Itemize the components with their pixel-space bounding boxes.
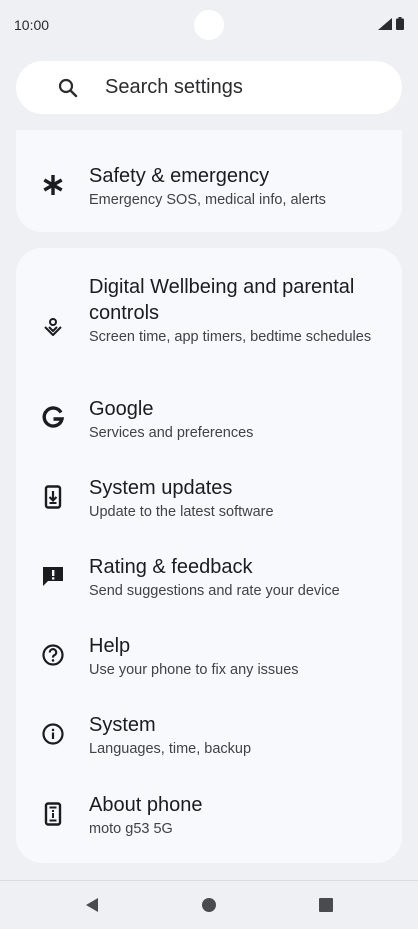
item-title: System updates	[89, 477, 233, 499]
phone-info-icon	[40, 801, 66, 827]
wellbeing-icon	[40, 315, 66, 341]
search-placeholder: Search settings	[105, 76, 243, 98]
signal-icon	[378, 17, 392, 30]
status-bar: 10:00	[0, 0, 418, 50]
info-icon	[40, 721, 66, 747]
item-title: About phone	[89, 794, 203, 816]
item-title: Google	[89, 398, 154, 420]
item-subtitle: Languages, time, backup	[89, 741, 252, 757]
recents-icon	[319, 898, 333, 912]
feedback-icon	[40, 563, 66, 589]
item-title: Digital Wellbeing and parental controls	[89, 276, 355, 324]
recents-button[interactable]	[316, 895, 336, 915]
settings-item-digital-wellbeing[interactable]: Digital Wellbeing and parental controls …	[16, 272, 402, 372]
search-bar[interactable]: Search settings	[16, 61, 402, 114]
settings-item-system[interactable]: System Languages, time, backup	[16, 704, 402, 764]
item-subtitle: Services and preferences	[89, 425, 254, 441]
settings-item-system-updates[interactable]: System updates Update to the latest soft…	[16, 467, 402, 527]
settings-item-safety[interactable]: Safety & emergency Emergency SOS, medica…	[16, 155, 402, 215]
settings-card-main: Digital Wellbeing and parental controls …	[16, 248, 402, 863]
asterisk-icon	[40, 172, 66, 198]
status-icons	[378, 17, 404, 30]
settings-card-top: Safety & emergency Emergency SOS, medica…	[16, 130, 402, 232]
settings-item-about-phone[interactable]: About phone moto g53 5G	[16, 784, 402, 844]
item-subtitle: Update to the latest software	[89, 504, 274, 520]
item-title: Rating & feedback	[89, 556, 253, 578]
item-subtitle: Send suggestions and rate your device	[89, 583, 340, 599]
item-title: Help	[89, 635, 131, 657]
google-icon	[40, 405, 66, 431]
item-subtitle: Emergency SOS, medical info, alerts	[89, 192, 326, 208]
item-subtitle: Screen time, app timers, bedtime schedul…	[89, 329, 372, 345]
settings-item-rating-feedback[interactable]: Rating & feedback Send suggestions and r…	[16, 546, 402, 606]
navigation-bar	[0, 880, 418, 929]
battery-icon	[396, 17, 404, 30]
status-time: 10:00	[14, 17, 50, 33]
back-button[interactable]	[82, 895, 102, 915]
item-title: Safety & emergency	[89, 165, 270, 187]
item-subtitle: Use your phone to fix any issues	[89, 662, 299, 678]
help-icon	[40, 642, 66, 668]
item-subtitle: moto g53 5G	[89, 821, 173, 837]
camera-cutout	[194, 10, 224, 40]
settings-item-help[interactable]: Help Use your phone to fix any issues	[16, 625, 402, 685]
settings-item-google[interactable]: Google Services and preferences	[16, 388, 402, 448]
system-update-icon	[40, 484, 66, 510]
search-icon	[58, 78, 78, 97]
home-button[interactable]	[199, 895, 219, 915]
back-icon	[86, 898, 98, 912]
item-title: System	[89, 714, 156, 736]
home-icon	[202, 898, 216, 912]
